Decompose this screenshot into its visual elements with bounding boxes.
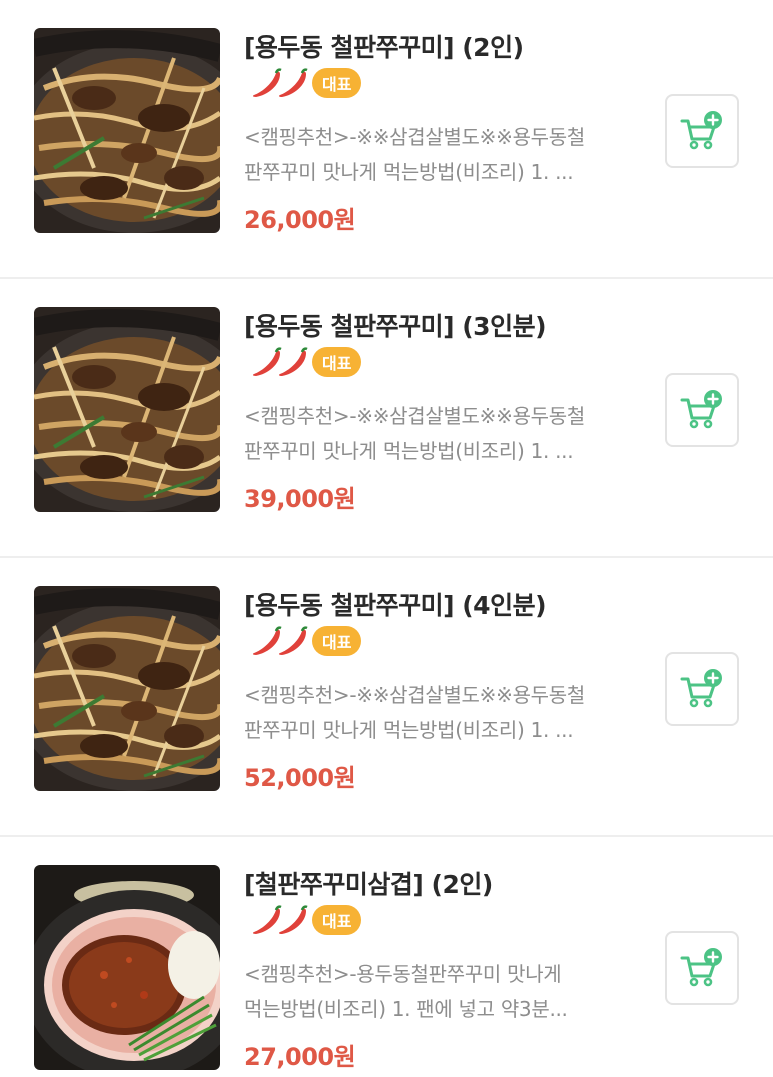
- menu-item-price: 52,000원: [244, 764, 356, 792]
- chili-pepper-icon: [250, 625, 308, 657]
- signature-badge: 대표: [312, 68, 362, 98]
- description-line: <캠핑추천>-※※삼겹살별도※※용두동철: [244, 404, 585, 428]
- description-line: <캠핑추천>-※※삼겹살별도※※용두동철: [244, 683, 585, 707]
- menu-item-photo[interactable]: [34, 586, 220, 791]
- menu-item-description: <캠핑추천>-※※삼겹살별도※※용두동철 판쭈꾸미 맛나게 먹는방법(비조리) …: [244, 399, 634, 469]
- description-line: 판쭈꾸미 맛나게 먹는방법(비조리) 1. ...: [244, 718, 574, 742]
- badge-row: 대표: [250, 625, 362, 657]
- list-item[interactable]: [철판쭈꾸미삼겹] (2인) 대표 <캠핑추천>-용두동철판쭈꾸미 맛나게 먹는…: [0, 837, 773, 1077]
- menu-item-photo[interactable]: [34, 28, 220, 233]
- list-item[interactable]: [용두동 철판쭈꾸미] (2인) 대표 <캠핑추천>-※※삼겹살별도※※용두동철…: [0, 0, 773, 279]
- badge-row: 대표: [250, 67, 362, 99]
- chili-pepper-icon: [250, 346, 308, 378]
- add-to-cart-icon: [680, 111, 724, 151]
- description-line: <캠핑추천>-용두동철판쭈꾸미 맛나게: [244, 962, 562, 986]
- signature-badge: 대표: [312, 347, 362, 377]
- menu-item-name: [용두동 철판쭈꾸미] (4인분): [244, 591, 547, 620]
- signature-badge: 대표: [312, 626, 362, 656]
- add-to-cart-button[interactable]: [665, 931, 739, 1005]
- add-to-cart-button[interactable]: [665, 94, 739, 168]
- badge-row: 대표: [250, 346, 362, 378]
- menu-item-description: <캠핑추천>-용두동철판쭈꾸미 맛나게 먹는방법(비조리) 1. 팬에 넣고 약…: [244, 957, 634, 1027]
- description-line: 먹는방법(비조리) 1. 팬에 넣고 약3분...: [244, 997, 568, 1021]
- add-to-cart-icon: [680, 948, 724, 988]
- menu-item-description: <캠핑추천>-※※삼겹살별도※※용두동철 판쭈꾸미 맛나게 먹는방법(비조리) …: [244, 678, 634, 748]
- description-line: 판쭈꾸미 맛나게 먹는방법(비조리) 1. ...: [244, 439, 574, 463]
- add-to-cart-icon: [680, 390, 724, 430]
- menu-item-price: 27,000원: [244, 1043, 356, 1071]
- description-line: <캠핑추천>-※※삼겹살별도※※용두동철: [244, 125, 585, 149]
- menu-item-price: 39,000원: [244, 485, 356, 513]
- menu-list: [용두동 철판쭈꾸미] (2인) 대표 <캠핑추천>-※※삼겹살별도※※용두동철…: [0, 0, 773, 1077]
- add-to-cart-button[interactable]: [665, 373, 739, 447]
- list-item[interactable]: [용두동 철판쭈꾸미] (4인분) 대표 <캠핑추천>-※※삼겹살별도※※용두동…: [0, 558, 773, 837]
- menu-item-photo[interactable]: [34, 307, 220, 512]
- add-to-cart-button[interactable]: [665, 652, 739, 726]
- menu-item-name: [용두동 철판쭈꾸미] (2인): [244, 33, 524, 62]
- menu-item-photo[interactable]: [34, 865, 220, 1070]
- badge-row: 대표: [250, 904, 362, 936]
- chili-pepper-icon: [250, 904, 308, 936]
- signature-badge: 대표: [312, 905, 362, 935]
- add-to-cart-icon: [680, 669, 724, 709]
- menu-item-name: [용두동 철판쭈꾸미] (3인분): [244, 312, 547, 341]
- menu-item-name: [철판쭈꾸미삼겹] (2인): [244, 870, 493, 899]
- list-item[interactable]: [용두동 철판쭈꾸미] (3인분) 대표 <캠핑추천>-※※삼겹살별도※※용두동…: [0, 279, 773, 558]
- menu-item-price: 26,000원: [244, 206, 356, 234]
- menu-item-description: <캠핑추천>-※※삼겹살별도※※용두동철 판쭈꾸미 맛나게 먹는방법(비조리) …: [244, 120, 634, 190]
- chili-pepper-icon: [250, 67, 308, 99]
- description-line: 판쭈꾸미 맛나게 먹는방법(비조리) 1. ...: [244, 160, 574, 184]
